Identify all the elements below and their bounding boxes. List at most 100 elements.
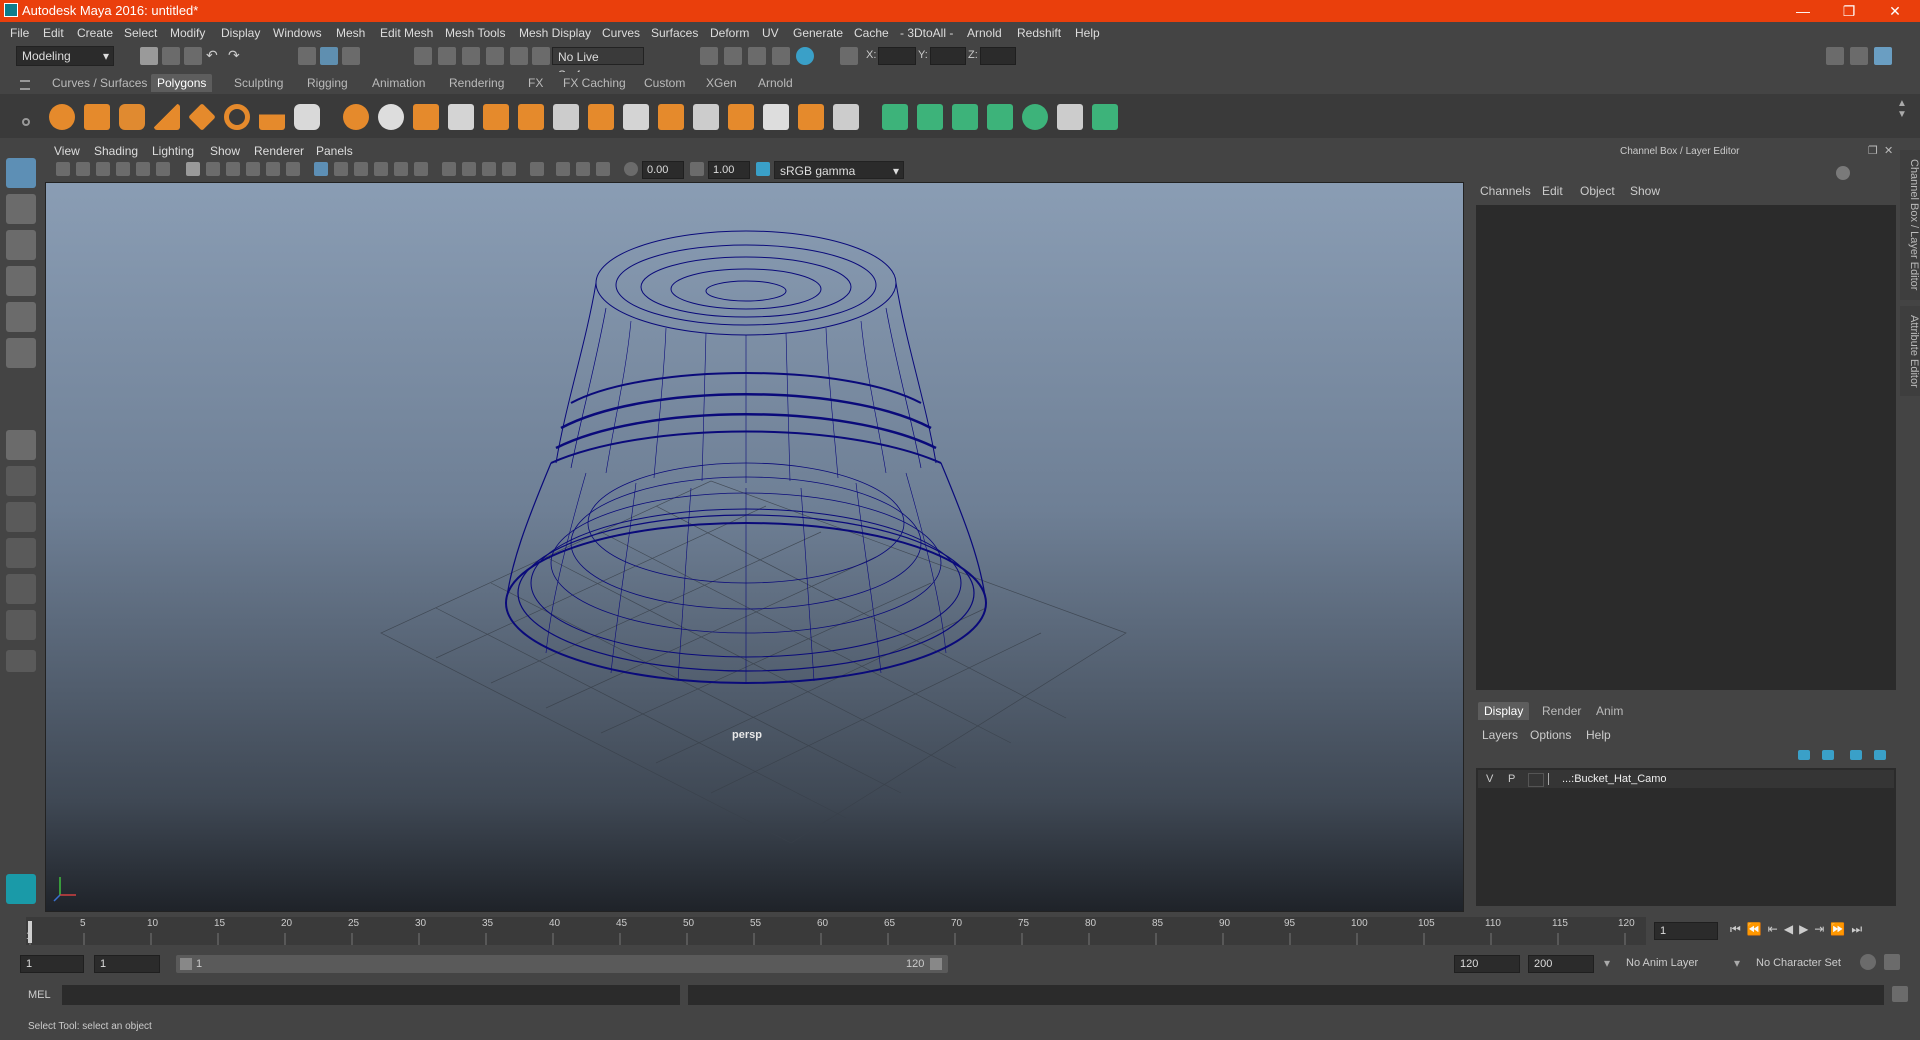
shelf-tab-fx-caching[interactable]: FX Caching [557, 74, 632, 92]
safe-action-icon[interactable] [286, 162, 300, 176]
make-live-icon[interactable] [510, 47, 528, 65]
scale-tool-icon[interactable] [6, 338, 36, 368]
step-back-frame-icon[interactable]: ⇤ [1768, 922, 1784, 936]
menu-cache[interactable]: Cache [854, 26, 889, 40]
attribute-editor-toggle-icon[interactable] [1850, 47, 1868, 65]
perspective-viewport[interactable]: persp [45, 182, 1464, 912]
menu-redshift[interactable]: Redshift [1017, 26, 1061, 40]
viewport-menu-view[interactable]: View [54, 144, 80, 158]
field-chart-icon[interactable] [266, 162, 280, 176]
close-panel-icon[interactable]: ✕ [1884, 144, 1893, 157]
exposure-icon[interactable] [624, 162, 638, 176]
side-tab-channel-box[interactable]: Channel Box / Layer Editor [1900, 150, 1920, 300]
anim-layer-dropdown[interactable]: No Anim Layer [1626, 957, 1698, 969]
depth-of-field-icon[interactable] [502, 162, 516, 176]
menu-mesh-tools[interactable]: Mesh Tools [445, 26, 505, 40]
move-layer-down-icon[interactable] [1822, 750, 1834, 760]
poly-plane-icon[interactable] [188, 103, 216, 131]
viewport-menu-panels[interactable]: Panels [316, 144, 353, 158]
lasso-tool-icon[interactable] [6, 194, 36, 224]
playback-end-field[interactable]: 120 [1454, 955, 1520, 973]
menu-display[interactable]: Display [221, 26, 260, 40]
boolean-icon[interactable] [483, 104, 509, 130]
xray-active-icon[interactable] [576, 162, 590, 176]
extrude-icon[interactable] [588, 104, 614, 130]
shelf-tab-polygons[interactable]: Polygons [151, 74, 213, 92]
animation-preferences-icon[interactable] [1884, 954, 1900, 970]
range-slider-bar[interactable]: 1 120 [176, 955, 948, 973]
anti-aliasing-icon[interactable] [482, 162, 496, 176]
character-set-dropdown[interactable]: No Character Set [1756, 957, 1841, 969]
new-layer-selected-icon[interactable] [1874, 750, 1886, 760]
menu-edit[interactable]: Edit [43, 26, 64, 40]
viewport-menu-lighting[interactable]: Lighting [152, 144, 194, 158]
layer-playback-toggle[interactable]: P [1508, 773, 1515, 785]
render-frame-icon[interactable] [724, 47, 742, 65]
symmetry-icon[interactable] [532, 47, 550, 65]
menu-generate[interactable]: Generate [793, 26, 843, 40]
uv-layout-icon[interactable] [6, 610, 36, 640]
select-tool-icon[interactable] [6, 158, 36, 188]
step-back-key-icon[interactable]: ⏪ [1747, 922, 1768, 936]
shelf-tab-custom[interactable]: Custom [638, 74, 691, 92]
menu-modify[interactable]: Modify [170, 26, 205, 40]
grease-pencil-icon[interactable] [156, 162, 170, 176]
resolution-gate-icon[interactable] [226, 162, 240, 176]
menu-edit-mesh[interactable]: Edit Mesh [380, 26, 433, 40]
viewport-menu-renderer[interactable]: Renderer [254, 144, 304, 158]
shelf-tab-curves-surfaces[interactable]: Curves / Surfaces [46, 74, 153, 92]
render-settings-icon[interactable] [772, 47, 790, 65]
2d-pan-zoom-icon[interactable] [136, 162, 150, 176]
live-surface-field[interactable]: No Live Surface [552, 47, 644, 82]
layer-visibility-toggle[interactable]: V [1486, 773, 1493, 785]
layer-row[interactable]: V P ...:Bucket_Hat_Camo [1478, 770, 1894, 788]
cut-uv-icon[interactable] [1092, 104, 1118, 130]
current-frame-field[interactable]: 1 [1654, 922, 1718, 940]
channel-box-mode-icon[interactable] [1836, 166, 1850, 180]
shelf-tab-arnold[interactable]: Arnold [752, 74, 799, 92]
bookmark-icon[interactable] [96, 162, 110, 176]
rotate-tool-icon[interactable] [6, 302, 36, 332]
chevron-down-icon[interactable]: ▾ [1604, 956, 1610, 970]
use-all-lights-icon[interactable] [394, 162, 408, 176]
channel-box-menu-edit[interactable]: Edit [1542, 184, 1563, 198]
menu-deform[interactable]: Deform [710, 26, 749, 40]
shelf-tab-rigging[interactable]: Rigging [301, 74, 354, 92]
menu-file[interactable]: File [10, 26, 29, 40]
extract-icon[interactable] [448, 104, 474, 130]
time-slider-track[interactable]: 1 5 10 15 20 25 30 35 40 45 50 55 60 65 … [26, 917, 1646, 945]
shelf-scroll-icon[interactable]: ▲ ▼ [1897, 98, 1907, 120]
menu-help[interactable]: Help [1075, 26, 1100, 40]
restore-button[interactable]: ❐ [1826, 0, 1872, 22]
shelf-tab-xgen[interactable]: XGen [700, 74, 743, 92]
layer-menu-layers[interactable]: Layers [1482, 728, 1518, 742]
shelf-settings-icon[interactable] [22, 118, 30, 126]
persp-graph-layout-icon[interactable] [6, 538, 36, 568]
undo-icon[interactable]: ↶ [206, 47, 224, 65]
channel-box-menu-object[interactable]: Object [1580, 184, 1615, 198]
select-by-hierarchy-icon[interactable] [298, 47, 316, 65]
wireframe-on-shaded-icon[interactable] [354, 162, 368, 176]
modeling-toolkit-icon[interactable] [1826, 47, 1844, 65]
color-management-icon[interactable] [756, 162, 770, 176]
single-perspective-layout-icon[interactable] [6, 430, 36, 460]
layer-menu-help[interactable]: Help [1586, 728, 1611, 742]
shadows-icon[interactable] [414, 162, 428, 176]
x-coordinate-field[interactable] [878, 47, 916, 65]
save-scene-icon[interactable] [184, 47, 202, 65]
layer-tab-display[interactable]: Display [1478, 702, 1530, 720]
command-language-label[interactable]: MEL [28, 989, 51, 1001]
four-view-layout-icon[interactable] [6, 466, 36, 496]
redo-icon[interactable]: ↷ [228, 47, 246, 65]
multi-cut-icon[interactable] [693, 104, 719, 130]
motion-blur-icon[interactable] [462, 162, 476, 176]
menu-arnold[interactable]: Arnold [967, 26, 1002, 40]
target-weld-icon[interactable] [728, 104, 754, 130]
screen-space-ao-icon[interactable] [442, 162, 456, 176]
shelf-tab-sculpting[interactable]: Sculpting [228, 74, 289, 92]
move-tool-icon[interactable] [6, 266, 36, 296]
smooth-icon[interactable] [413, 104, 439, 130]
transform-mode-icon[interactable] [840, 47, 858, 65]
command-input[interactable] [62, 985, 680, 1005]
channel-box-menu-show[interactable]: Show [1630, 184, 1660, 198]
